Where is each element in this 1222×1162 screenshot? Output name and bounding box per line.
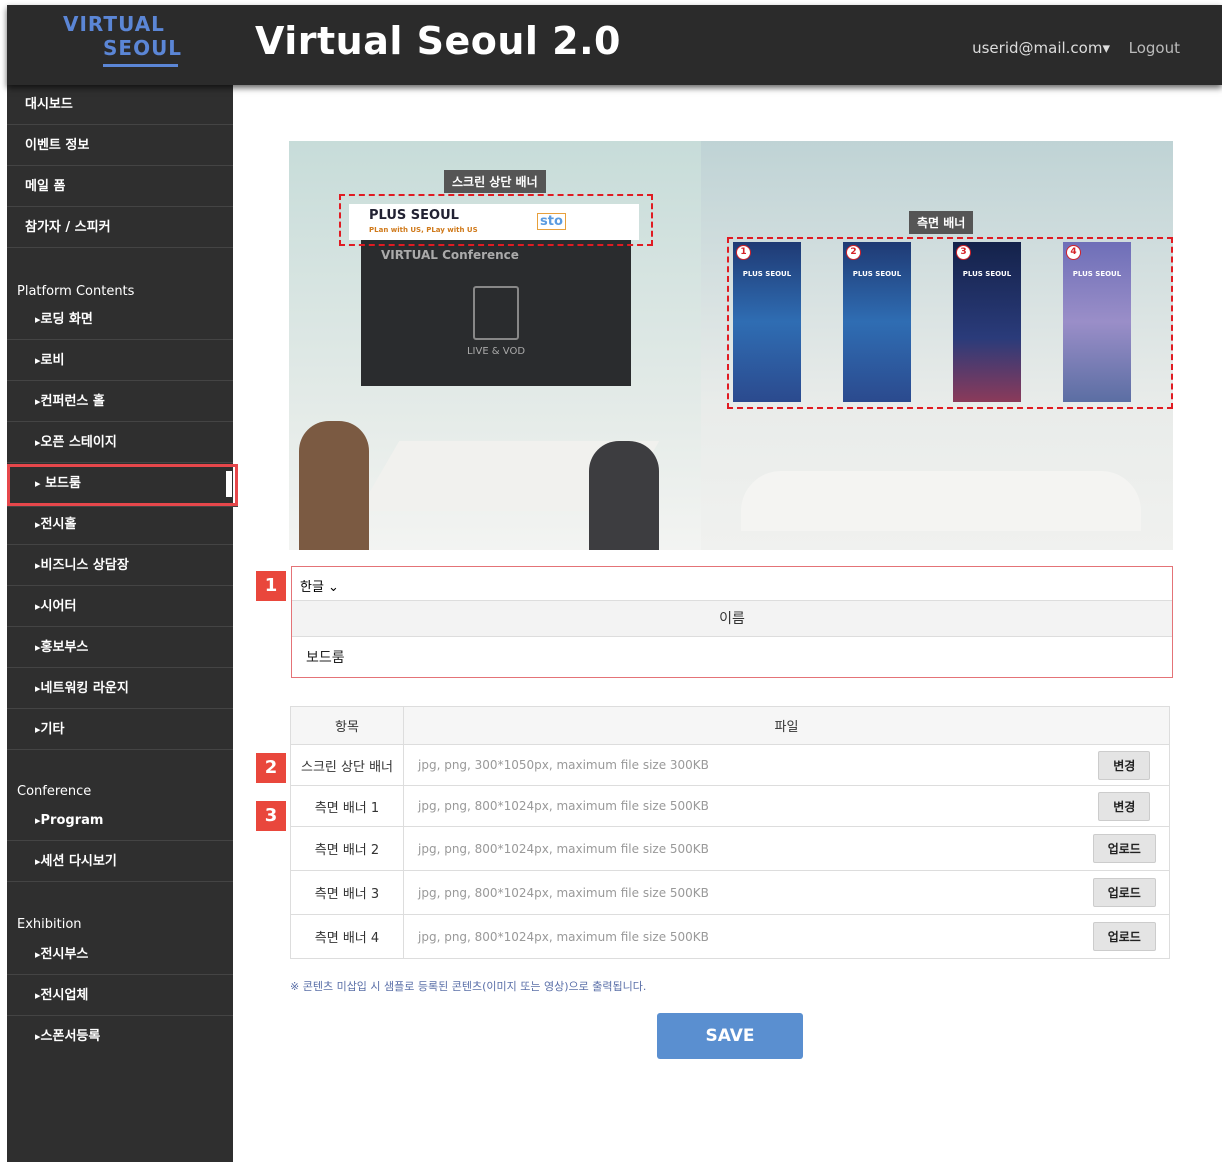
sidebar-item-program[interactable]: Program [7,801,233,841]
table-row: 측면 배너 1 jpg, png, 800*1024px, maximum fi… [290,785,1170,827]
preview-left-room: VIRTUAL Conference LIVE & VOD PLUS SEOUL… [289,141,701,550]
preview-right-room: 측면 배너 1 PLUS SEOUL 2 PLUS SEOUL 3 PLUS S… [701,141,1173,550]
boardroom-preview: VIRTUAL Conference LIVE & VOD PLUS SEOUL… [289,141,1173,550]
sidebar-item-sponsor[interactable]: 스폰서등록 [7,1017,233,1057]
row-item-label: 측면 배너 3 [290,870,404,915]
file-hint: jpg, png, 800*1024px, maximum file size … [403,870,1080,915]
side-poster-1: 1 PLUS SEOUL [733,242,801,402]
file-hint: jpg, png, 300*1050px, maximum file size … [403,744,1080,786]
sidebar-section-conference: Conference [17,784,92,799]
save-button[interactable]: SAVE [657,1013,803,1059]
file-hint: jpg, png, 800*1024px, maximum file size … [403,826,1080,871]
app-frame: VIRTUAL SEOUL Virtual Seoul 2.0 userid@m… [7,5,1222,1162]
sidebar-item-promo-booth[interactable]: 홍보부스 [7,628,233,668]
poster-number: 2 [846,245,861,260]
poster-title: PLUS SEOUL [1072,270,1122,278]
sidebar-item-event-info[interactable]: 이벤트 정보 [7,126,233,166]
table-row: 측면 배너 2 jpg, png, 800*1024px, maximum fi… [290,826,1170,871]
annotation-badge-2: 2 [256,753,286,783]
sidebar-item-loading[interactable]: 로딩 화면 [7,300,233,340]
top-banner-callout: 스크린 상단 배너 [444,170,546,193]
sidebar-item-participants[interactable]: 참가자 / 스피커 [7,208,233,248]
poster-title: PLUS SEOUL [962,270,1012,278]
name-section: 한글 ⌄ 이름 [291,566,1173,678]
table-row: 스크린 상단 배너 jpg, png, 300*1050px, maximum … [290,744,1170,786]
annotation-badge-3: 3 [256,801,286,831]
upload-button[interactable]: 업로드 [1092,922,1156,951]
top-banner-highlight [339,194,653,246]
column-header-item: 항목 [290,706,404,745]
logo-line-1: VIRTUAL [63,12,165,36]
side-poster-3: 3 PLUS SEOUL [953,242,1021,402]
change-button[interactable]: 변경 [1098,750,1151,780]
upload-button[interactable]: 업로드 [1092,878,1156,907]
sample-content-note: ※ 콘텐츠 미삽입 시 샘플로 등록된 콘텐츠(이미지 또는 영상)으로 출력됩… [290,980,647,993]
poster-number: 1 [736,245,751,260]
name-input[interactable] [292,637,1172,677]
table-header-row: 항목 파일 [290,706,1170,745]
sidebar-item-etc[interactable]: 기타 [7,710,233,750]
row-item-label: 측면 배너 1 [290,785,404,827]
top-header: VIRTUAL SEOUL Virtual Seoul 2.0 userid@m… [7,5,1222,85]
person-figure [299,421,369,550]
row-item-label: 스크린 상단 배너 [290,744,404,786]
language-select[interactable]: 한글 ⌄ [300,576,339,595]
sidebar-item-session-replay[interactable]: 세션 다시보기 [7,842,233,882]
change-button[interactable]: 변경 [1098,791,1151,821]
table-row: 측면 배너 4 jpg, png, 800*1024px, maximum fi… [290,914,1170,959]
logo-underline [103,64,178,67]
app-title: Virtual Seoul 2.0 [255,19,621,63]
file-hint: jpg, png, 800*1024px, maximum file size … [403,785,1080,827]
sidebar-item-exhibition-hall[interactable]: 전시홀 [7,505,233,545]
conference-screen: VIRTUAL Conference LIVE & VOD [361,236,631,386]
sidebar-item-theater[interactable]: 시어터 [7,587,233,627]
sidebar-item-networking[interactable]: 네트워킹 라운지 [7,669,233,709]
screen-title: VIRTUAL Conference [381,248,519,262]
sidebar-item-exhibit-booth[interactable]: 전시부스 [7,935,233,975]
screen-sub: LIVE & VOD [466,346,526,357]
sidebar-item-dashboard[interactable]: 대시보드 [7,85,233,125]
lounge-table [741,471,1141,531]
name-header: 이름 [292,600,1172,637]
table-row: 측면 배너 3 jpg, png, 800*1024px, maximum fi… [290,870,1170,915]
side-banner-callout: 측면 배너 [909,211,974,234]
upload-button[interactable]: 업로드 [1092,834,1156,863]
sidebar-section-platform: Platform Contents [17,284,135,299]
side-poster-2: 2 PLUS SEOUL [843,242,911,402]
podium-icon [473,286,519,340]
person-figure [589,441,659,550]
logo-line-2: SEOUL [103,36,183,60]
banner-file-table: 항목 파일 스크린 상단 배너 jpg, png, 300*1050px, ma… [290,706,1170,959]
sidebar: 대시보드 이벤트 정보 메일 폼 참가자 / 스피커 Platform Cont… [7,85,238,1162]
row-item-label: 측면 배너 4 [290,914,404,959]
poster-number: 4 [1066,245,1081,260]
sidebar-item-exhibitors[interactable]: 전시업체 [7,976,233,1016]
annotation-badge-1: 1 [256,571,286,601]
poster-title: PLUS SEOUL [742,270,792,278]
poster-title: PLUS SEOUL [852,270,902,278]
sidebar-item-conference-hall[interactable]: 컨퍼런스 홀 [7,382,233,422]
sidebar-section-exhibition: Exhibition [17,917,82,932]
logout-link[interactable]: Logout [1129,39,1180,57]
sidebar-item-label: 보드룸 [45,476,81,491]
column-header-file: 파일 [403,706,1170,745]
active-indicator [226,471,232,497]
sidebar-item-boardroom[interactable]: 보드룸 [7,464,238,507]
file-hint: jpg, png, 800*1024px, maximum file size … [403,914,1080,959]
virtual-seoul-logo[interactable]: VIRTUAL SEOUL [59,12,184,78]
row-item-label: 측면 배너 2 [290,826,404,871]
side-poster-4: 4 PLUS SEOUL [1063,242,1131,402]
sidebar-item-lobby[interactable]: 로비 [7,341,233,381]
poster-number: 3 [956,245,971,260]
sidebar-item-open-stage[interactable]: 오픈 스테이지 [7,423,233,463]
sidebar-item-mail-form[interactable]: 메일 폼 [7,167,233,207]
user-menu[interactable]: userid@mail.com▾ [972,39,1110,57]
sidebar-item-business-room[interactable]: 비즈니스 상담장 [7,546,233,586]
